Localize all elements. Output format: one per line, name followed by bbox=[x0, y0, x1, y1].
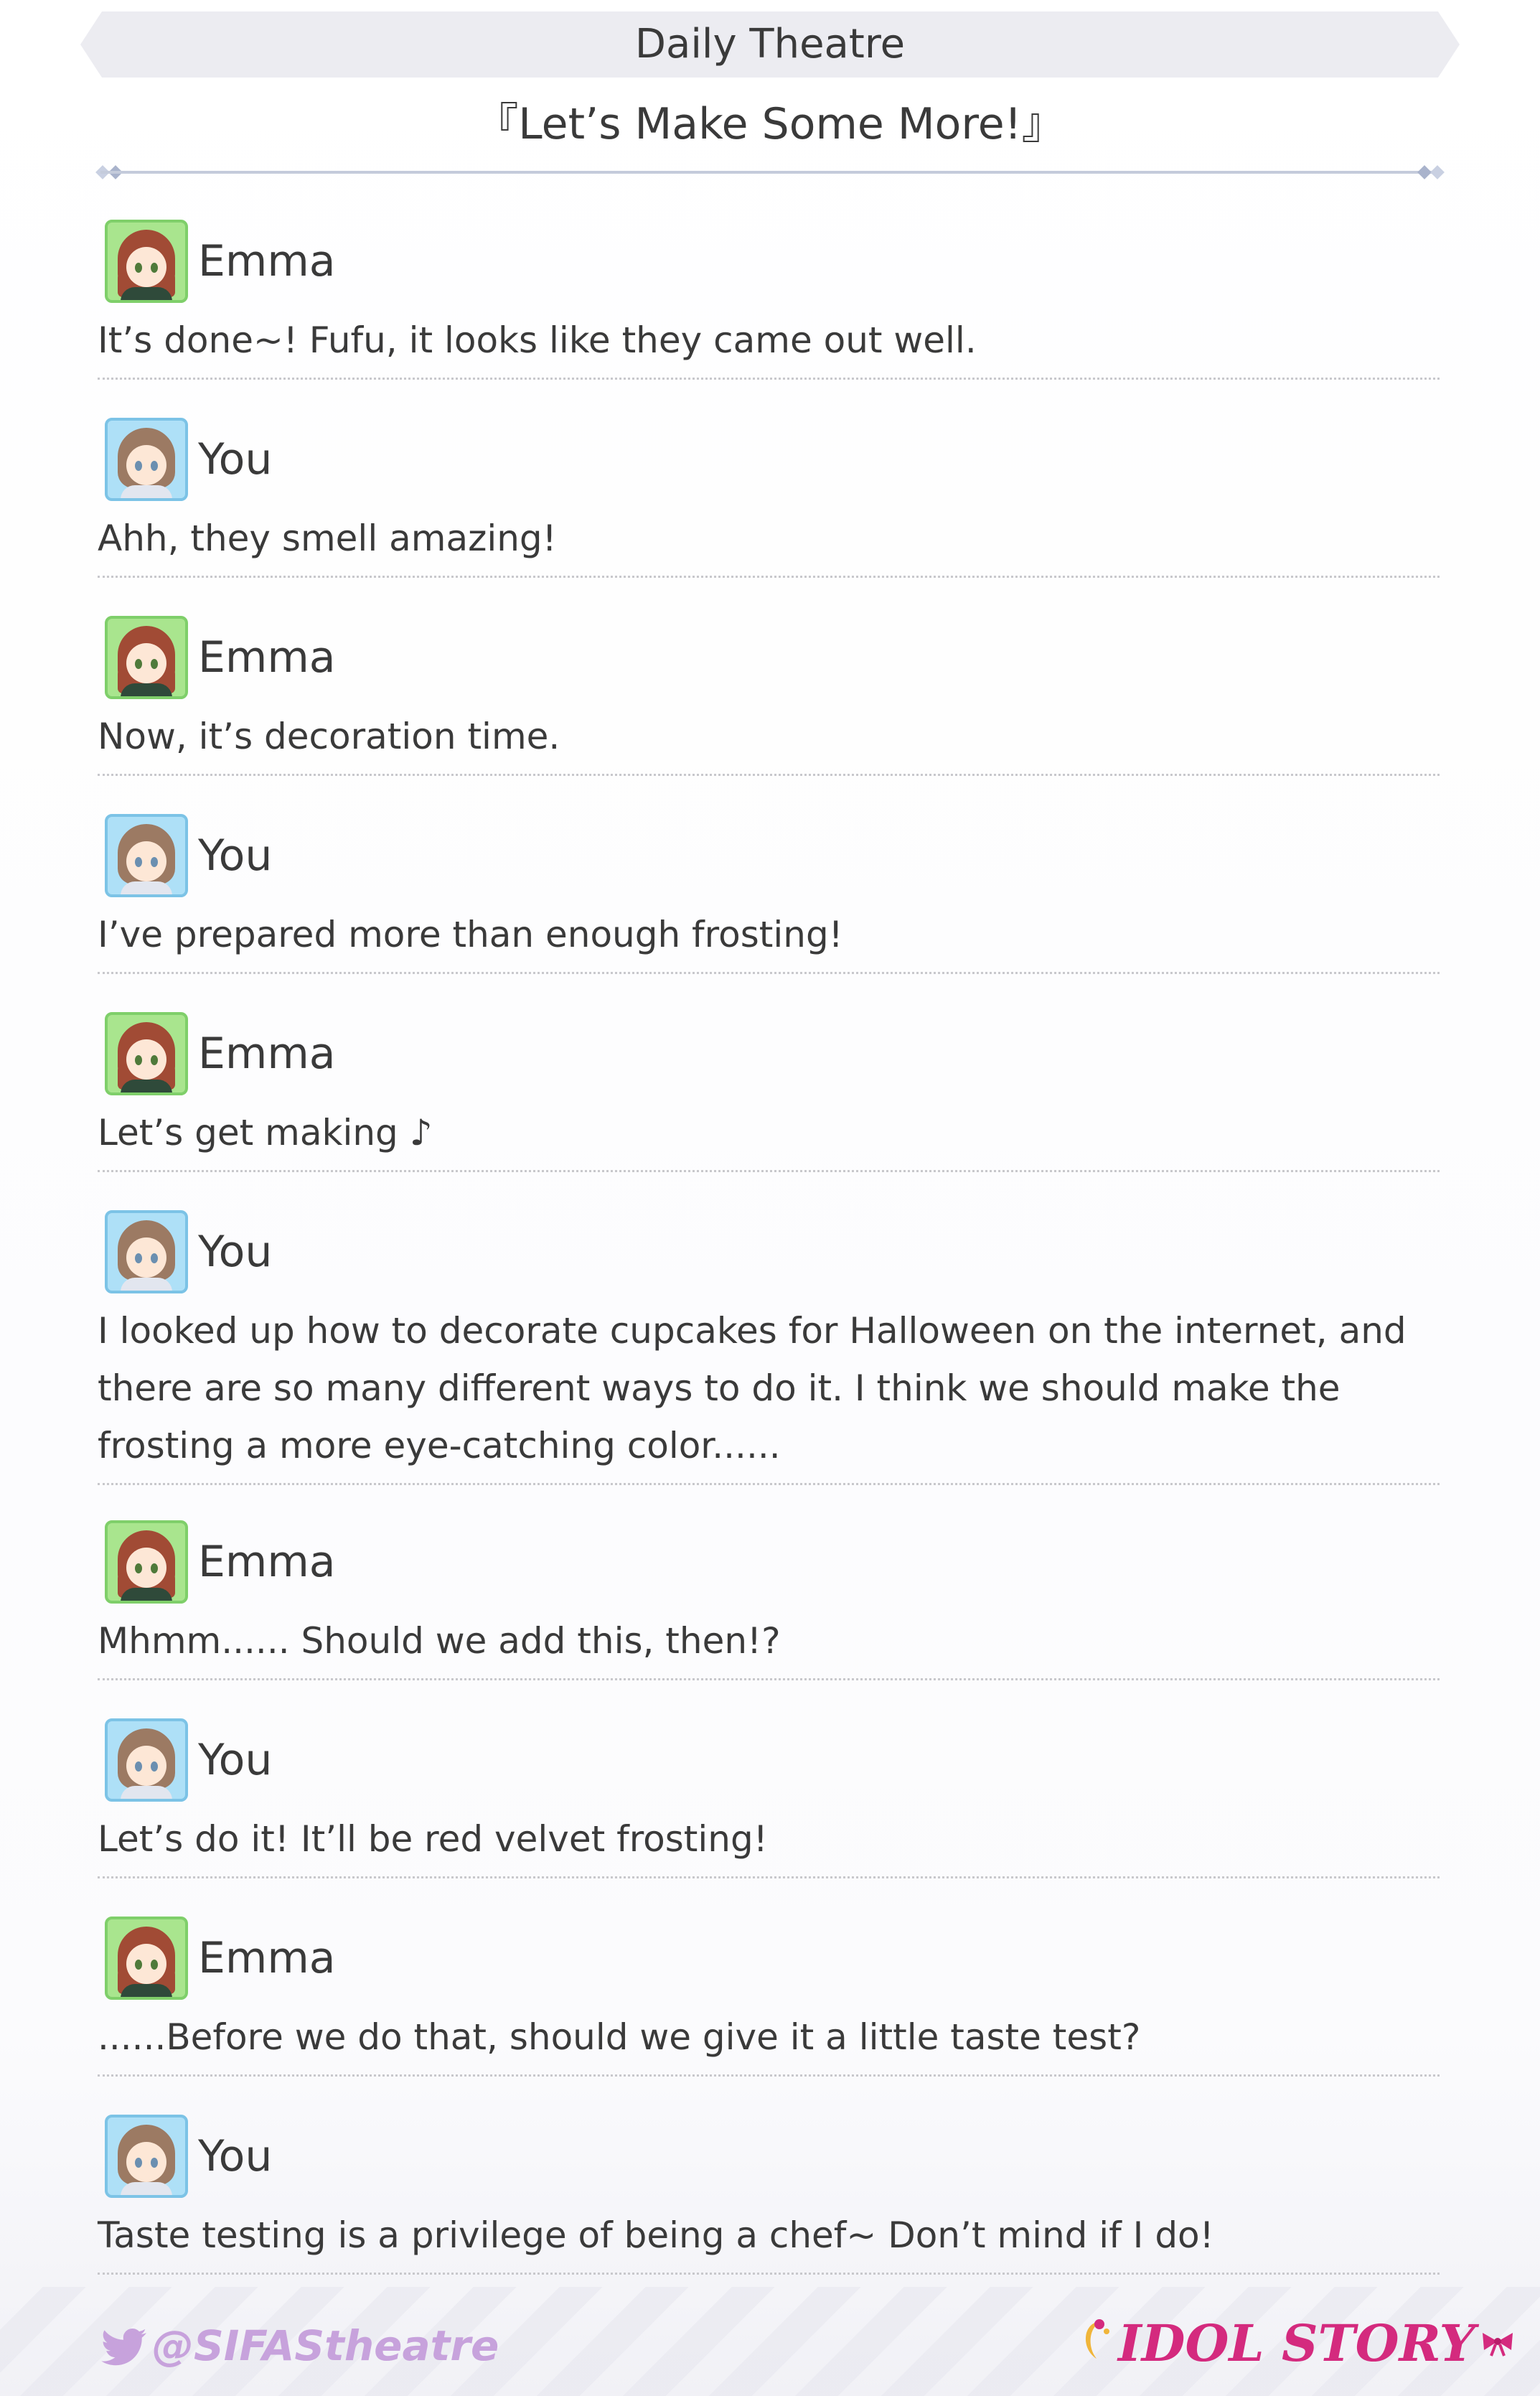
title-divider bbox=[100, 171, 1440, 174]
speaker-row: You bbox=[98, 1714, 1440, 1806]
divider-diamond-icon bbox=[1430, 165, 1445, 179]
speaker-row: Emma bbox=[98, 612, 1440, 703]
dialogue-entry: Emma ......Before we do that, should we … bbox=[98, 1912, 1440, 2077]
dialogue-text: Taste testing is a privilege of being a … bbox=[98, 2214, 1214, 2256]
dialogue-entry: Emma Let’s get making ♪ bbox=[98, 1008, 1440, 1172]
dialogue-entry: You Ahh, they smell amazing! bbox=[98, 413, 1440, 578]
idol-story-logo-icon: IDOL STORY bbox=[1081, 2307, 1516, 2379]
dialogue-entry: You Taste testing is a privilege of bein… bbox=[98, 2110, 1440, 2275]
dialogue-entry: You Let’s do it! It’ll be red velvet fro… bbox=[98, 1714, 1440, 1878]
speaker-row: You bbox=[98, 1206, 1440, 1298]
dialogue-text: I’ve prepared more than enough frosting! bbox=[98, 914, 843, 955]
emma-avatar-icon bbox=[105, 1917, 188, 2000]
dialogue-text: ......Before we do that, should we give … bbox=[98, 2016, 1141, 2058]
logo-text: IDOL STORY bbox=[1118, 2313, 1475, 2373]
dialogue-text: Ahh, they smell amazing! bbox=[98, 518, 557, 559]
emma-avatar-icon bbox=[105, 616, 188, 699]
twitter-bird-icon bbox=[100, 2327, 148, 2366]
ribbon-bow-icon bbox=[1482, 2333, 1513, 2357]
dialogue-entry: You I’ve prepared more than enough frost… bbox=[98, 810, 1440, 974]
dialogue-text: Let’s do it! It’ll be red velvet frostin… bbox=[98, 1818, 768, 1860]
speaker-row: Emma bbox=[98, 1516, 1440, 1608]
speaker-row: You bbox=[98, 413, 1440, 505]
twitter-handle-text: @SIFAStheatre bbox=[152, 2321, 499, 2370]
you-avatar-icon bbox=[105, 2115, 188, 2198]
dialogue-entry: You I looked up how to decorate cupcakes… bbox=[98, 1206, 1440, 1485]
you-avatar-icon bbox=[105, 1718, 188, 1802]
dialogue-entry: Emma Now, it’s decoration time. bbox=[98, 612, 1440, 776]
story-sheet: Daily Theatre 『Let’s Make Some More!』 Em… bbox=[0, 0, 1540, 2396]
you-avatar-icon bbox=[105, 814, 188, 897]
speaker-name: You bbox=[198, 2131, 273, 2181]
episode-title: 『Let’s Make Some More!』 bbox=[475, 99, 1065, 149]
emma-avatar-icon bbox=[105, 1520, 188, 1604]
dialogue-entry: Emma It’s done~! Fufu, it looks like the… bbox=[98, 215, 1440, 380]
speaker-name: Emma bbox=[198, 236, 336, 286]
speaker-row: Emma bbox=[98, 1912, 1440, 2004]
twitter-handle-link[interactable]: @SIFAStheatre bbox=[100, 2316, 499, 2376]
speaker-name: Emma bbox=[198, 1933, 336, 1983]
you-avatar-icon bbox=[105, 418, 188, 501]
speaker-name: You bbox=[198, 1735, 273, 1785]
speaker-name: You bbox=[198, 830, 273, 881]
dialogue-text: I looked up how to decorate cupcakes for… bbox=[98, 1310, 1407, 1466]
dialogue-text: Mhmm...... Should we add this, then!? bbox=[98, 1620, 781, 1662]
speaker-name: Emma bbox=[198, 632, 336, 683]
speaker-row: You bbox=[98, 2110, 1440, 2202]
section-title: Daily Theatre bbox=[634, 21, 906, 67]
emma-avatar-icon bbox=[105, 220, 188, 303]
speaker-name: Emma bbox=[198, 1537, 336, 1587]
speaker-name: You bbox=[198, 1227, 273, 1277]
you-avatar-icon bbox=[105, 1210, 188, 1293]
crescent-star-icon bbox=[1085, 2319, 1109, 2359]
speaker-row: Emma bbox=[98, 1008, 1440, 1100]
dialogue-text: It’s done~! Fufu, it looks like they cam… bbox=[98, 319, 977, 361]
divider-diamond-icon bbox=[1417, 165, 1432, 179]
emma-avatar-icon bbox=[105, 1012, 188, 1095]
speaker-name: You bbox=[198, 434, 273, 485]
speaker-name: Emma bbox=[198, 1029, 336, 1079]
dialogue-entry: Emma Mhmm...... Should we add this, then… bbox=[98, 1516, 1440, 1680]
dialogue-text: Now, it’s decoration time. bbox=[98, 716, 560, 757]
speaker-row: Emma bbox=[98, 215, 1440, 307]
speaker-row: You bbox=[98, 810, 1440, 902]
dialogue-text: Let’s get making ♪ bbox=[98, 1112, 433, 1153]
